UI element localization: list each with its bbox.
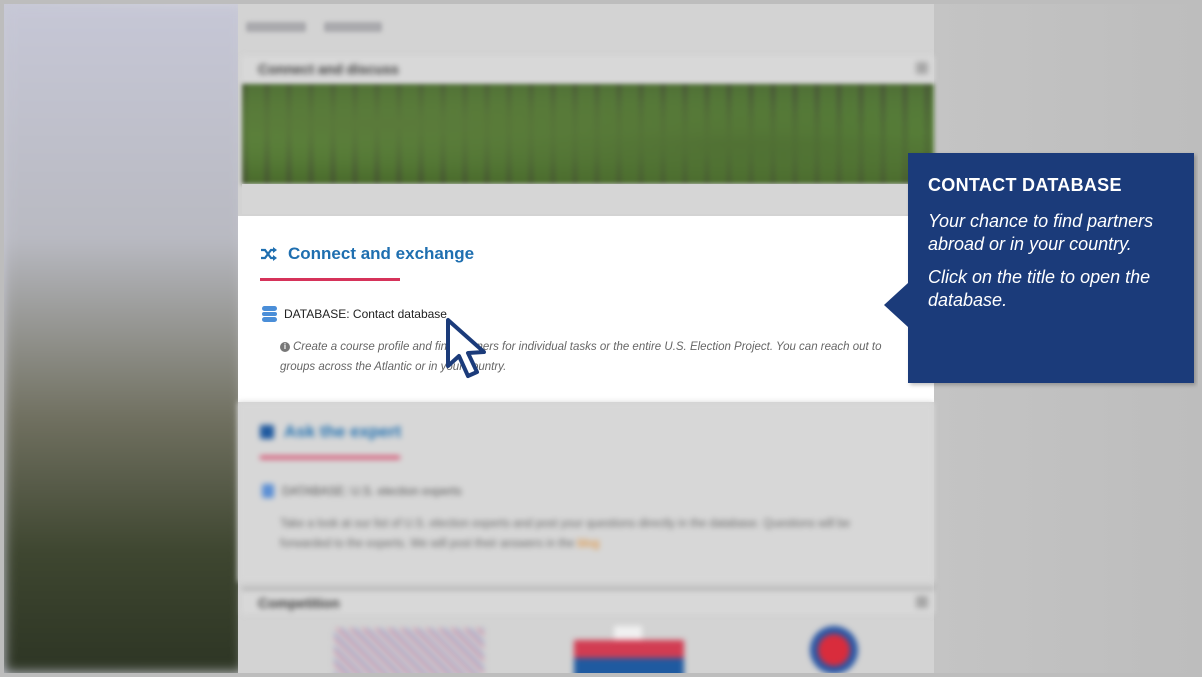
callout-line-1: Your chance to find partners abroad or i… bbox=[928, 211, 1154, 254]
section-title: Ask the expert bbox=[284, 422, 402, 441]
banner-image-crowd bbox=[242, 84, 934, 184]
ask-expert-section: Ask the expert DATABASE: U.S. election e… bbox=[238, 402, 934, 582]
tooltip-callout: CONTACT DATABASE Your chance to find par… bbox=[884, 153, 1194, 383]
database-icon bbox=[262, 484, 274, 498]
section-heading: Connect and exchange bbox=[260, 242, 474, 266]
blog-link[interactable]: blog bbox=[578, 538, 600, 550]
section-title: Connect and discuss bbox=[258, 61, 399, 77]
section-header-connect-discuss: Connect and discuss bbox=[242, 56, 934, 82]
experts-database-link[interactable]: DATABASE: U.S. election experts bbox=[282, 484, 462, 498]
section-header-competition: Competition bbox=[242, 588, 934, 614]
us-map-image bbox=[334, 628, 484, 673]
database-link-row[interactable]: DATABASE: U.S. election experts bbox=[262, 484, 462, 498]
mouse-pointer-icon bbox=[446, 318, 486, 378]
expert-icon bbox=[260, 425, 274, 439]
page-toolbar bbox=[238, 18, 934, 38]
section-title: Connect and exchange bbox=[288, 244, 475, 263]
collapse-icon[interactable] bbox=[916, 62, 928, 74]
info-icon: i bbox=[280, 342, 290, 352]
callout-line-2: Click on the title to open the database. bbox=[928, 267, 1151, 310]
database-icon bbox=[262, 306, 277, 323]
shuffle-icon bbox=[261, 247, 277, 261]
toolbar-item[interactable] bbox=[324, 22, 382, 32]
title-underline bbox=[260, 278, 400, 281]
collapse-icon[interactable] bbox=[916, 596, 928, 608]
section-heading: Ask the expert bbox=[260, 422, 401, 442]
title-underline bbox=[260, 456, 400, 459]
contact-database-link[interactable]: DATABASE: Contact database bbox=[284, 307, 447, 321]
expert-description: Take a look at our list of U.S. election… bbox=[280, 514, 900, 554]
connect-exchange-panel: Connect and exchange DATABASE: Contact d… bbox=[238, 216, 934, 402]
database-link-row[interactable]: DATABASE: Contact database bbox=[262, 306, 447, 323]
description-text: Take a look at our list of U.S. election… bbox=[280, 518, 851, 550]
competition-images bbox=[238, 616, 934, 673]
screen-frame: Connect and discuss Connect and exchange… bbox=[4, 4, 1198, 673]
callout-title: CONTACT DATABASE bbox=[928, 175, 1122, 195]
section-divider bbox=[242, 184, 934, 214]
medal-image bbox=[810, 626, 858, 673]
database-description: i Create a course profile and find partne… bbox=[280, 337, 900, 377]
description-text: Create a course profile and find partner… bbox=[280, 341, 882, 373]
toolbar-item[interactable] bbox=[246, 22, 306, 32]
background-blur-left bbox=[4, 4, 244, 673]
ballot-box-image bbox=[574, 626, 684, 673]
section-title: Competition bbox=[258, 595, 340, 611]
